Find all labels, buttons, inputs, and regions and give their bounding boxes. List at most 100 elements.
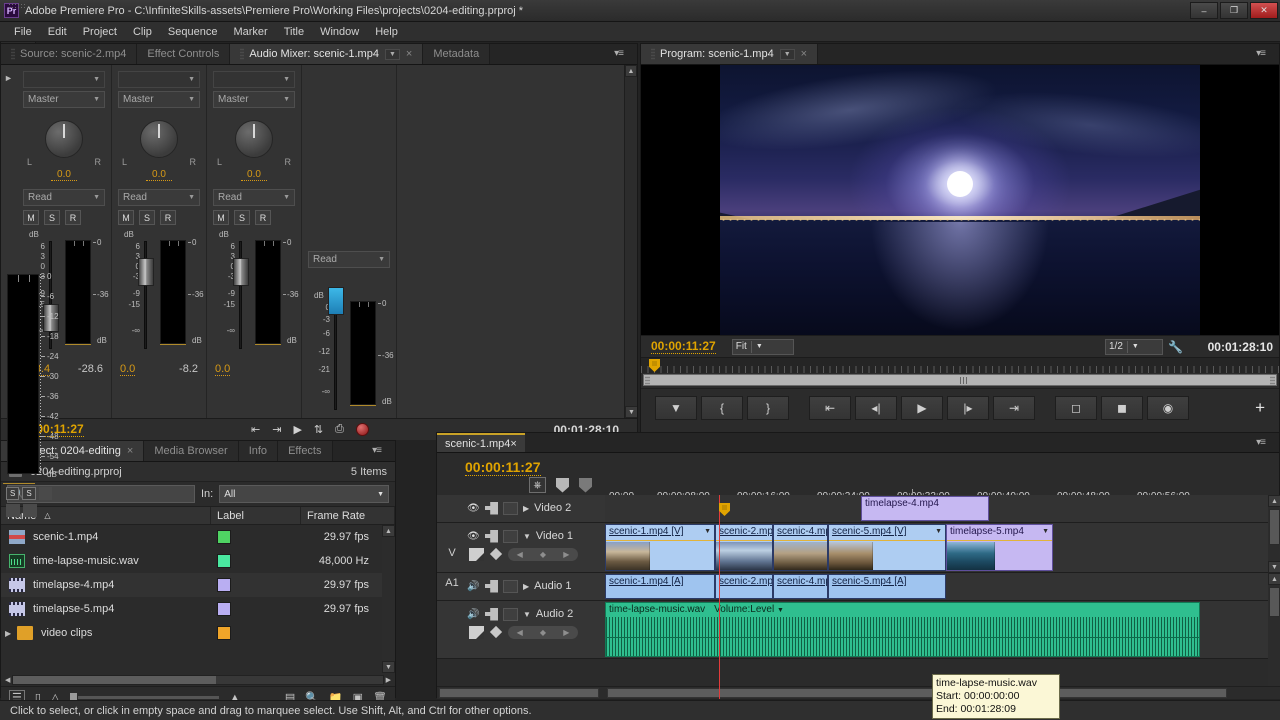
panel-menu-icon[interactable]: ▾≡ (1256, 437, 1266, 448)
clip-scenic-5-a[interactable]: scenic-5.mp4 [A] (828, 574, 946, 599)
lock-icon[interactable] (485, 579, 498, 593)
channel-2-fader[interactable]: dB 6 3 0 -3 -9 -15 -∞ (118, 230, 158, 357)
menu-help[interactable]: Help (367, 24, 406, 40)
button-editor-plus[interactable]: + (1255, 398, 1265, 418)
master-fader[interactable]: dB 0 -3 -6 -12 -21 -∞ (308, 287, 348, 418)
track-header-video1[interactable]: V 👁 ▼ Video 1 ◀ ◆ ▶ (437, 523, 605, 573)
channel-3-track-select[interactable]: ▼ (213, 71, 295, 88)
master-fader-handle[interactable] (328, 287, 344, 315)
scroll-up-icon[interactable]: ▲ (1268, 573, 1280, 585)
scroll-up-icon[interactable]: ▲ (625, 65, 637, 77)
program-video-display[interactable] (641, 65, 1279, 335)
scrollbar-thumb[interactable] (1269, 587, 1280, 617)
solo-button-right[interactable]: S (22, 487, 36, 500)
table-row[interactable]: ▶ video clips (1, 621, 395, 645)
program-time-ruler[interactable] (641, 357, 1279, 373)
keyframe-diamond-icon[interactable] (489, 625, 503, 639)
channel-3-fader-handle[interactable] (233, 258, 249, 286)
lock-icon[interactable] (485, 529, 498, 543)
channel-2-output-select[interactable]: Master ▼ (118, 91, 200, 108)
go-to-in-button[interactable]: ⇤ (251, 423, 260, 436)
channel-3-solo-button[interactable]: S (234, 210, 250, 225)
eye-icon[interactable]: 👁 (467, 503, 480, 514)
channel-2-volume-value[interactable]: 0.0 (120, 363, 136, 376)
add-marker-button[interactable]: ▼ (655, 395, 697, 420)
timeline-audio-scrollbar[interactable]: ▲ (1268, 573, 1280, 686)
scrollbar-thumb[interactable] (13, 675, 217, 684)
timeline-video-scrollbar[interactable]: ▲ ▼ (1268, 495, 1280, 573)
scroll-up-icon[interactable]: ▲ (382, 525, 395, 537)
eye-icon[interactable]: 👁 (467, 531, 480, 542)
add-marker-icon[interactable] (556, 477, 569, 493)
lane-video2[interactable]: timelapse-4.mp4 (605, 495, 1280, 523)
menu-project[interactable]: Project (75, 24, 125, 40)
tab-program-monitor[interactable]: Program: scenic-1.mp4 ▼ × (641, 44, 819, 64)
meter-option-button[interactable] (38, 487, 53, 500)
channel-3-record-button[interactable]: R (255, 210, 271, 225)
menu-title[interactable]: Title (276, 24, 312, 40)
label-color-swatch[interactable] (217, 626, 231, 640)
mark-in-button[interactable]: { (701, 395, 743, 420)
label-color-swatch[interactable] (217, 578, 231, 592)
row-label-cell[interactable] (211, 530, 301, 544)
lock-icon[interactable] (485, 607, 498, 621)
scrollbar-thumb[interactable] (1269, 509, 1280, 545)
go-to-in-button[interactable]: ⇤ (809, 395, 851, 420)
disclosure-triangle-icon[interactable]: ▶ (5, 629, 15, 638)
channel-2-automation-select[interactable]: Read ▼ (118, 189, 200, 206)
play-stop-button[interactable]: ▶ (901, 395, 943, 420)
chevron-down-icon[interactable]: ▼ (523, 532, 531, 541)
table-row[interactable]: timelapse-4.mp4 29.97 fps (1, 573, 395, 597)
row-label-cell[interactable] (211, 578, 301, 592)
row-label-cell[interactable] (211, 626, 301, 640)
keyframe-navigator[interactable]: ◀ ◆ ▶ (508, 625, 578, 639)
scroll-down-icon[interactable]: ▼ (1268, 561, 1280, 573)
timeline-current-time[interactable]: 00:00:11:27 (465, 459, 541, 476)
channel-2-pan-knob[interactable] (140, 120, 178, 158)
lane-audio2[interactable]: time-lapse-music.wav Volume:Level ▼ (605, 601, 1280, 659)
sync-lock-box[interactable] (503, 501, 518, 515)
scroll-down-icon[interactable]: ▼ (625, 406, 637, 418)
chevron-right-icon[interactable]: ▶ (523, 582, 529, 591)
meter-option-button-2[interactable] (6, 504, 20, 517)
lock-icon[interactable] (485, 501, 498, 515)
scroll-up-icon[interactable]: ▲ (1268, 495, 1280, 507)
record-button[interactable] (355, 423, 369, 436)
channel-2-solo-button[interactable]: S (139, 210, 155, 225)
export-frame-button[interactable]: ◉ (1147, 395, 1189, 420)
program-current-time[interactable]: 00:00:11:27 (651, 339, 716, 354)
snap-toggle-button[interactable]: ⎈ (529, 477, 546, 493)
timeline-horizontal-scrollbar[interactable] (607, 688, 1227, 698)
panel-menu-icon[interactable]: ▾≡ (614, 48, 624, 59)
channel-1-pan-knob[interactable] (45, 120, 83, 158)
channel-2-fader-handle[interactable] (138, 258, 154, 286)
meter-option-button-3[interactable] (23, 504, 37, 517)
clip-scenic-2-a[interactable]: scenic-2.mp4 (715, 574, 773, 599)
scrollbar-left-grip[interactable] (645, 376, 650, 385)
show-waveform-icon[interactable] (469, 625, 484, 639)
chevron-down-icon[interactable]: ▼ (779, 48, 795, 60)
clip-scenic-4-v[interactable]: scenic-4.mp4 (773, 524, 828, 571)
label-color-swatch[interactable] (217, 602, 231, 616)
sync-lock-box[interactable] (503, 529, 518, 543)
lift-button[interactable]: ◻ (1055, 395, 1097, 420)
scroll-left-icon[interactable]: ◀ (3, 676, 12, 684)
play-button[interactable]: ▶ (293, 423, 301, 436)
close-icon[interactable]: × (801, 48, 807, 60)
scroll-down-icon[interactable]: ▼ (382, 661, 395, 673)
clip-scenic-4-a[interactable]: scenic-4.mp4 (773, 574, 828, 599)
menu-edit[interactable]: Edit (40, 24, 75, 40)
mark-out-button[interactable]: } (747, 395, 789, 420)
tab-effects[interactable]: Effects (278, 441, 333, 461)
track-header-audio1[interactable]: A1 🔊 ▶ Audio 1 (437, 573, 605, 601)
row-label-cell[interactable] (211, 554, 301, 568)
menu-file[interactable]: File (6, 24, 40, 40)
go-to-out-button[interactable]: ⇥ (272, 423, 281, 436)
channel-1-automation-select[interactable]: Read ▼ (23, 189, 105, 206)
clip-timelapse-4[interactable]: timelapse-4.mp4 (861, 496, 989, 521)
channel-3-fader[interactable]: dB 6 3 0 -3 -9 -15 -∞ (213, 230, 253, 357)
row-label-cell[interactable] (211, 602, 301, 616)
program-horizontal-scrollbar[interactable] (643, 374, 1277, 386)
solo-button-left[interactable]: S (6, 487, 20, 500)
tab-metadata[interactable]: Metadata (423, 44, 491, 64)
